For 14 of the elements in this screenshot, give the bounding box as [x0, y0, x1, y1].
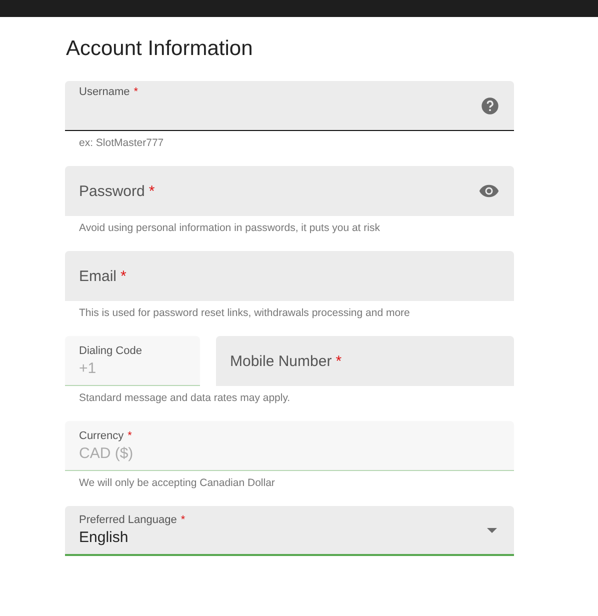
hint-text: Avoid using personal information in passwords, it puts you at risk: [79, 222, 381, 234]
text-field[interactable]: Mobile Number *: [216, 336, 514, 386]
text-field[interactable]: Email *: [65, 251, 514, 301]
hint-text: ex: SlotMaster777: [79, 137, 165, 149]
hint-text: Standard message and data rates may apply.: [79, 392, 292, 404]
hint-text: This is used for password reset links, withdrawals processing and more: [79, 307, 411, 319]
page-title: Account Information: [66, 37, 254, 61]
text-field[interactable]: Username *: [65, 81, 514, 131]
caret-icon[interactable]: [487, 528, 497, 532]
text-field[interactable]: Password *: [65, 166, 514, 216]
eye-icon[interactable]: [478, 184, 500, 198]
hint-text: We will only be accepting Canadian Dollar: [79, 477, 276, 489]
help-icon[interactable]: [480, 96, 500, 116]
select-field[interactable]: Preferred Language * English: [65, 506, 514, 556]
